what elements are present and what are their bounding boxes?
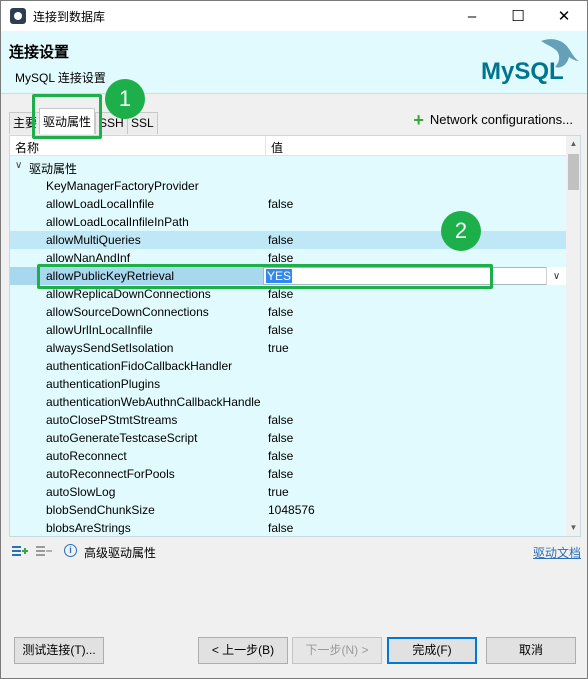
table-row[interactable]: autoClosePStmtStreams false bbox=[10, 411, 566, 429]
page-subtitle: MySQL 连接设置 bbox=[15, 71, 106, 85]
vertical-scrollbar[interactable]: ▲ ▼ bbox=[566, 136, 580, 536]
dialog-header: 连接设置 MySQL 连接设置 MySQL bbox=[1, 31, 587, 93]
table-row[interactable]: autoReconnect false bbox=[10, 447, 566, 465]
table-row[interactable]: alwaysSendSetIsolation true bbox=[10, 339, 566, 357]
scrollbar-thumb[interactable] bbox=[568, 154, 579, 190]
table-row[interactable]: allowUrlInLocalInfile false bbox=[10, 321, 566, 339]
connect-database-dialog: 连接到数据库 – ☐ ✕ 连接设置 MySQL 连接设置 MySQL 主要 驱动… bbox=[0, 0, 588, 679]
annotation-badge-2: 2 bbox=[441, 211, 481, 251]
window-title: 连接到数据库 bbox=[33, 9, 106, 24]
table-row[interactable]: authenticationPlugins bbox=[10, 375, 566, 393]
property-group[interactable]: ∨ 驱动属性 bbox=[10, 158, 566, 176]
property-rows: KeyManagerFactoryProvider allowLoadLocal… bbox=[10, 177, 566, 536]
property-name: autoClosePStmtStreams bbox=[46, 413, 178, 427]
table-row[interactable]: blobsAreStrings false bbox=[10, 519, 566, 536]
table-row[interactable]: autoGenerateTestcaseScript false bbox=[10, 429, 566, 447]
logo-text: MySQL bbox=[481, 58, 564, 85]
back-button[interactable]: < 上一步(B) bbox=[198, 637, 288, 664]
annotation-box-1 bbox=[32, 94, 102, 139]
table-row[interactable]: KeyManagerFactoryProvider bbox=[10, 177, 566, 195]
property-value[interactable]: 1048576 bbox=[268, 503, 315, 517]
property-name: authenticationFidoCallbackHandler bbox=[46, 359, 233, 373]
property-value[interactable]: false bbox=[268, 197, 293, 211]
table-row[interactable]: autoReconnectForPools false bbox=[10, 465, 566, 483]
mysql-logo: MySQL bbox=[481, 39, 579, 85]
driver-properties-table: 名称 值 ∨ 驱动属性 KeyManagerFactoryProvider al… bbox=[9, 135, 581, 537]
table-row[interactable]: allowSourceDownConnections false bbox=[10, 303, 566, 321]
title-bar: 连接到数据库 – ☐ ✕ bbox=[1, 1, 587, 31]
property-value[interactable]: false bbox=[268, 251, 293, 265]
property-name: blobSendChunkSize bbox=[46, 503, 155, 517]
table-row[interactable]: authenticationFidoCallbackHandler bbox=[10, 357, 566, 375]
chevron-down-icon[interactable]: ∨ bbox=[15, 160, 22, 171]
property-name: authenticationPlugins bbox=[46, 377, 161, 391]
page-title: 连接设置 bbox=[9, 44, 70, 61]
maximize-icon[interactable]: ☐ bbox=[495, 1, 541, 31]
annotation-badge-1: 1 bbox=[105, 79, 145, 119]
property-name: alwaysSendSetIsolation bbox=[46, 341, 174, 355]
test-connection-button[interactable]: 测试连接(T)... bbox=[14, 637, 104, 664]
property-value[interactable]: false bbox=[268, 431, 293, 445]
properties-toolbar: i 高级驱动属性 驱动文档 bbox=[9, 541, 581, 561]
property-name: autoReconnectForPools bbox=[46, 467, 175, 481]
property-value[interactable]: false bbox=[268, 413, 293, 427]
cancel-button[interactable]: 取消 bbox=[486, 637, 576, 664]
finish-button[interactable]: 完成(F) bbox=[387, 637, 477, 664]
column-divider[interactable] bbox=[265, 136, 266, 156]
property-name: allowLoadLocalInfile bbox=[46, 197, 155, 211]
app-icon bbox=[10, 8, 26, 24]
scroll-up-icon[interactable]: ▲ bbox=[566, 136, 580, 152]
table-row[interactable]: authenticationWebAuthnCallbackHandle bbox=[10, 393, 566, 411]
table-row[interactable]: blobSendChunkSize 1048576 bbox=[10, 501, 566, 519]
property-name: autoReconnect bbox=[46, 449, 127, 463]
property-value[interactable]: false bbox=[268, 233, 293, 247]
minimize-icon[interactable]: – bbox=[449, 1, 495, 31]
info-icon: i bbox=[64, 544, 77, 557]
property-name: allowMultiQueries bbox=[46, 233, 141, 247]
property-name: blobsAreStrings bbox=[46, 521, 131, 535]
property-value[interactable]: false bbox=[268, 521, 293, 535]
property-name: KeyManagerFactoryProvider bbox=[46, 179, 199, 193]
column-header-name[interactable]: 名称 bbox=[15, 139, 39, 156]
advanced-properties-label: 高级驱动属性 bbox=[84, 546, 157, 560]
property-name: authenticationWebAuthnCallbackHandle bbox=[46, 395, 261, 409]
chevron-down-icon[interactable]: ∨ bbox=[546, 267, 566, 285]
scroll-down-icon[interactable]: ▼ bbox=[566, 520, 580, 536]
property-value[interactable]: false bbox=[268, 467, 293, 481]
table-row[interactable]: allowMultiQueries false bbox=[10, 231, 566, 249]
property-name: autoGenerateTestcaseScript bbox=[46, 431, 198, 445]
property-name: autoSlowLog bbox=[46, 485, 116, 499]
add-property-icon[interactable] bbox=[12, 544, 28, 558]
network-configurations-label: Network configurations... bbox=[429, 112, 573, 127]
property-value[interactable]: true bbox=[268, 341, 289, 355]
next-button[interactable]: 下一步(N) > bbox=[292, 637, 382, 664]
property-value[interactable]: false bbox=[268, 287, 293, 301]
annotation-box-2 bbox=[37, 264, 493, 289]
property-value[interactable]: false bbox=[268, 305, 293, 319]
driver-docs-link[interactable]: 驱动文档 bbox=[533, 544, 581, 561]
network-configurations-button[interactable]: + Network configurations... bbox=[413, 109, 573, 130]
close-icon[interactable]: ✕ bbox=[541, 1, 587, 31]
property-name: allowNanAndInf bbox=[46, 251, 131, 265]
table-row[interactable]: autoSlowLog true bbox=[10, 483, 566, 501]
property-value[interactable]: true bbox=[268, 485, 289, 499]
remove-property-icon[interactable] bbox=[36, 544, 52, 558]
plus-icon: + bbox=[413, 109, 424, 130]
table-row[interactable]: allowLoadLocalInfileInPath bbox=[10, 213, 566, 231]
property-value[interactable]: false bbox=[268, 449, 293, 463]
window-controls: – ☐ ✕ bbox=[449, 1, 587, 31]
property-name: allowReplicaDownConnections bbox=[46, 287, 211, 301]
table-header: 名称 值 bbox=[10, 136, 566, 156]
property-name: allowSourceDownConnections bbox=[46, 305, 209, 319]
column-header-value[interactable]: 值 bbox=[271, 139, 283, 156]
property-name: allowUrlInLocalInfile bbox=[46, 323, 153, 337]
property-name: allowLoadLocalInfileInPath bbox=[46, 215, 189, 229]
table-row[interactable]: allowLoadLocalInfile false bbox=[10, 195, 566, 213]
property-group-label: 驱动属性 bbox=[29, 162, 78, 176]
property-value[interactable]: false bbox=[268, 323, 293, 337]
